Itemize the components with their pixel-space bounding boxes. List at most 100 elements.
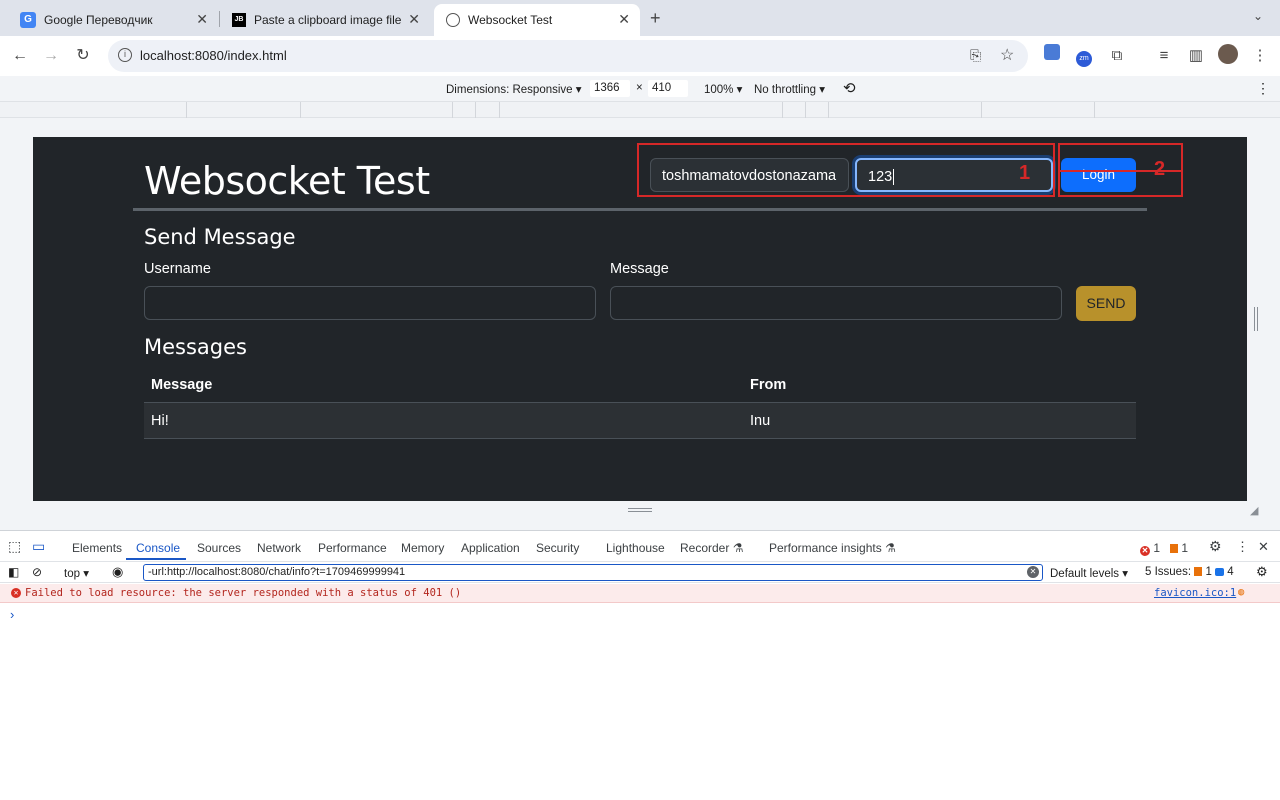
console-error-message: ✕ Failed to load resource: the server re… (0, 584, 1280, 603)
viewport-side-resize-handle[interactable] (1254, 307, 1258, 331)
rotate-icon[interactable]: ⟲ (843, 79, 856, 97)
back-arrow-icon[interactable]: ← (8, 44, 32, 68)
flask-icon: ⚗ (732, 541, 744, 555)
url-text: localhost:8080/index.html (140, 48, 287, 63)
width-input[interactable]: 1366 (590, 80, 630, 97)
issues-warn-count: 1 (1205, 566, 1212, 578)
send-message-heading: Send Message (144, 225, 296, 249)
column-header-from: From (750, 377, 787, 393)
tab-google-translate[interactable]: G Google Переводчик ✕ (8, 4, 218, 36)
tab-performance-insights-label: Performance insights (769, 541, 882, 555)
context-selector[interactable]: top ▾ (64, 566, 89, 580)
jetbrains-icon: JB (232, 13, 246, 27)
browser-toolbar: ← → ↻ i localhost:8080/index.html ⎘ ☆ zm… (0, 36, 1280, 76)
active-tab-underline (126, 558, 186, 560)
viewport-bottom-resize-handle[interactable] (628, 508, 652, 512)
network-request-icon[interactable]: ◍ (1238, 586, 1244, 598)
console-sidebar-icon[interactable]: ◧ (8, 565, 19, 579)
error-icon: ✕ (11, 588, 21, 598)
from-cell: Inu (750, 413, 771, 429)
site-info-icon[interactable]: i (118, 48, 132, 62)
zoom-dropdown[interactable]: 100% ▾ (704, 82, 742, 96)
browser-menu-icon[interactable]: ⋮ (1248, 44, 1272, 68)
tab-search-chevron-icon[interactable]: ⌄ (1253, 9, 1263, 23)
tab-recorder-label: Recorder (680, 541, 730, 555)
tab-jetbrains[interactable]: JB Paste a clipboard image file in ✕ (220, 4, 430, 36)
device-toggle-icon[interactable]: ▭ (32, 538, 45, 555)
issue-warning-icon (1194, 567, 1203, 576)
filter-value: -url:http://localhost:8080/chat/info?t=1… (148, 566, 406, 578)
column-header-message: Message (151, 377, 213, 393)
tab-title: Websocket Test (468, 13, 553, 27)
corner-resize-icon[interactable]: ◢ (1250, 504, 1258, 517)
messages-heading: Messages (144, 335, 247, 359)
tab-performance-insights[interactable]: Performance insights ⚗ (769, 541, 896, 555)
tab-application[interactable]: Application (461, 541, 520, 555)
tab-websocket-test[interactable]: Websocket Test ✕ (434, 4, 640, 36)
error-text: Failed to load resource: the server resp… (25, 587, 462, 599)
devtools-menu-icon[interactable]: ⋮ (1236, 539, 1249, 555)
media-query-ruler (0, 102, 1280, 118)
console-filter-input[interactable]: -url:http://localhost:8080/chat/info?t=1… (143, 564, 1043, 581)
console-prompt[interactable]: › (10, 607, 14, 622)
clear-console-icon[interactable]: ⊘ (32, 565, 42, 579)
tab-elements[interactable]: Elements (72, 541, 122, 555)
tab-sources[interactable]: Sources (197, 541, 241, 555)
dimensions-dropdown[interactable]: Dimensions: Responsive ▾ (446, 82, 582, 96)
height-input[interactable]: 410 (648, 80, 688, 97)
profile-avatar[interactable] (1216, 44, 1240, 68)
media-controls-icon[interactable]: ≡ (1152, 44, 1176, 68)
issues-info-count: 4 (1227, 566, 1234, 578)
google-translate-icon: G (20, 12, 36, 28)
close-devtools-icon[interactable]: ✕ (1258, 539, 1269, 555)
warning-counter[interactable]: 1 (1170, 541, 1188, 555)
tab-close-icon[interactable]: ✕ (408, 11, 420, 28)
tab-console[interactable]: Console (136, 541, 180, 555)
inspect-element-icon[interactable]: ⬚ (8, 538, 21, 555)
devtools-tab-bar: ⬚ ▭ Elements Console Sources Network Per… (0, 535, 1280, 561)
tab-performance[interactable]: Performance (318, 541, 387, 555)
page-title: Websocket Test (144, 159, 430, 203)
username-input[interactable] (144, 286, 596, 320)
side-panel-icon[interactable]: ▥ (1184, 44, 1208, 68)
error-counter[interactable]: ✕ 1 (1140, 541, 1160, 556)
translate-extension-icon[interactable] (1040, 44, 1064, 68)
live-expression-eye-icon[interactable]: ◉ (112, 564, 123, 580)
send-button[interactable]: SEND (1076, 286, 1136, 321)
zoom-label: 100% (704, 84, 734, 96)
warning-count: 1 (1181, 541, 1189, 555)
device-toolbar: Dimensions: Responsive ▾ 1366 × 410 100%… (0, 76, 1280, 102)
error-icon: ✕ (1140, 546, 1150, 556)
issues-counter[interactable]: 5 Issues: 1 4 (1145, 566, 1234, 578)
throttling-dropdown[interactable]: No throttling ▾ (754, 82, 825, 96)
annotation-number-2: 2 (1154, 158, 1166, 180)
bookmark-star-icon[interactable]: ☆ (1000, 45, 1014, 65)
reload-icon[interactable]: ↻ (71, 44, 95, 68)
zm-extension-icon[interactable]: zm (1072, 44, 1096, 68)
message-input[interactable] (610, 286, 1062, 320)
log-levels-dropdown[interactable]: Default levels ▾ (1050, 566, 1128, 580)
globe-icon (446, 13, 460, 27)
extensions-puzzle-icon[interactable]: ⧉ (1105, 44, 1129, 68)
forward-arrow-icon[interactable]: → (39, 44, 63, 68)
annotation-box-1 (637, 143, 1055, 197)
address-bar[interactable]: i localhost:8080/index.html ⎘ ☆ (108, 40, 1028, 72)
error-source-link[interactable]: favicon.ico:1 (1154, 587, 1236, 599)
translate-page-icon[interactable]: ⎘ (970, 47, 981, 64)
levels-label: Default levels (1050, 568, 1120, 580)
settings-gear-icon[interactable]: ⚙ (1209, 538, 1222, 555)
tab-lighthouse[interactable]: Lighthouse (606, 541, 665, 555)
new-tab-icon[interactable]: + (650, 8, 661, 29)
tab-network[interactable]: Network (257, 541, 301, 555)
tab-close-icon[interactable]: ✕ (618, 11, 630, 28)
tab-close-icon[interactable]: ✕ (196, 11, 208, 28)
issue-info-icon (1215, 568, 1225, 576)
console-toolbar: ◧ ⊘ top ▾ ◉ -url:http://localhost:8080/c… (0, 561, 1280, 583)
tab-security[interactable]: Security (536, 541, 579, 555)
console-settings-icon[interactable]: ⚙ (1256, 564, 1268, 580)
device-toolbar-menu-icon[interactable]: ⋮ (1256, 80, 1270, 97)
clear-filter-icon[interactable]: ✕ (1027, 566, 1039, 578)
tab-title: Paste a clipboard image file in (254, 13, 404, 27)
tab-memory[interactable]: Memory (401, 541, 444, 555)
tab-recorder[interactable]: Recorder ⚗ (680, 541, 743, 555)
